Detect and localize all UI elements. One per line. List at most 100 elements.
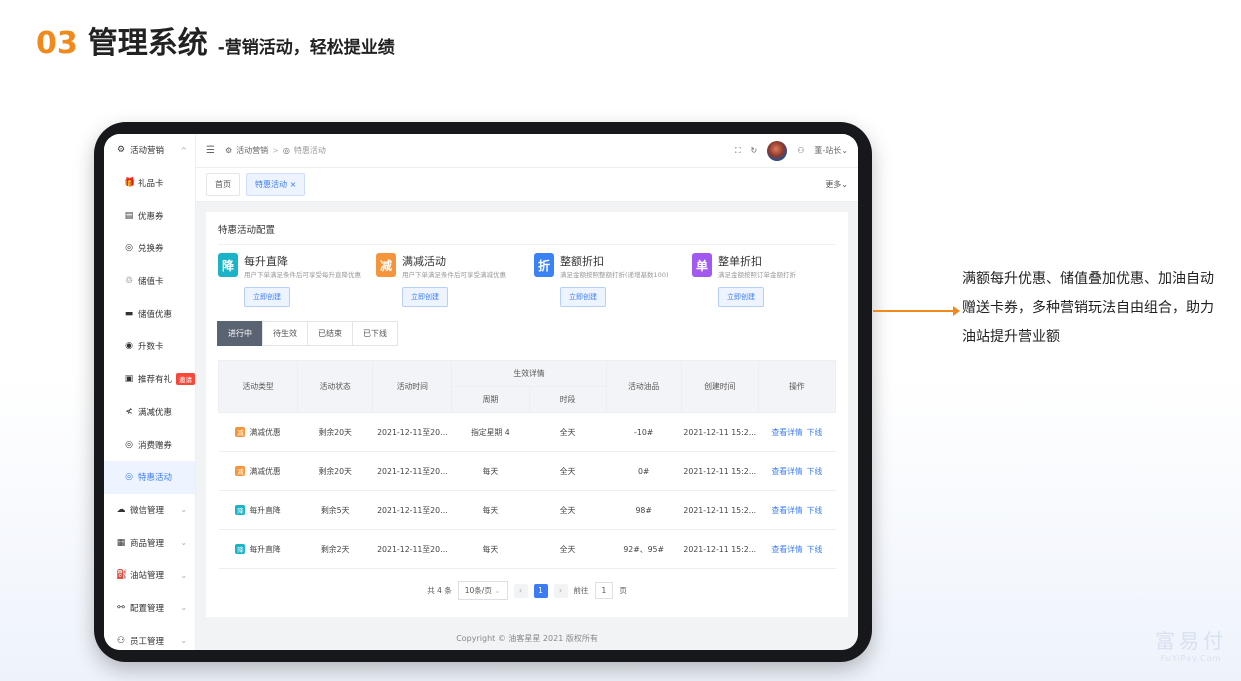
goto-input[interactable]: 1 [594, 582, 614, 600]
page-size-select[interactable]: 10条/页 ⌄ [457, 581, 508, 601]
callout-text: 满额每升优惠、储值叠加优惠、加油自动赠送卡券，多种营销玩法自由组合，助力油站提升… [962, 271, 1214, 345]
sidebar-item-icon: ◎ [125, 243, 133, 254]
card-head: 减 满减活动 用户下单满足条件后可享受满减优惠 [376, 253, 520, 279]
sidebar-item[interactable]: ◎ 兑换券 [104, 232, 195, 265]
page-number[interactable]: 1 [533, 583, 548, 598]
sidebar-item[interactable]: ◎ 特惠活动 [104, 460, 196, 494]
table-row: 降每升直降 剩余2天 2021-12-11至20... 每天 全天 92#、95… [218, 529, 836, 570]
sidebar-item[interactable]: ◎ 消费赠券 [104, 428, 195, 461]
prev-page-button[interactable]: ‹ [513, 583, 528, 598]
type-label: 满减优惠 [249, 427, 281, 437]
card-type-icon: 单 [692, 253, 713, 277]
more-tabs-button[interactable]: 更多⌄ [825, 179, 848, 190]
sidebar-item[interactable]: ▤ 优惠券 [104, 199, 195, 232]
chevron-icon: ^ [180, 145, 188, 155]
cell-type: 降每升直降 [218, 529, 298, 570]
create-button[interactable]: 立即创建 [402, 287, 449, 308]
type-label: 每升直降 [249, 505, 281, 515]
sidebar-item-icon: 🎁 [124, 178, 136, 189]
tab-home[interactable]: 首页 [206, 173, 241, 196]
card-type-icon: 降 [218, 253, 239, 277]
app-screen: ⚙ 活动营销 ^ 🎁 礼品卡 ▤ 优惠券 ◎ 兑换券 ♲ 储值卡 ▬ 储值优惠 ◉ 升数卡 ▣ 推荐有礼 邀请 ≮ 满… [104, 134, 858, 650]
type-label: 满减优惠 [249, 466, 281, 476]
create-button[interactable]: 立即创建 [244, 287, 291, 308]
cell-slot: 全天 [529, 490, 607, 531]
user-menu[interactable]: 董-站长⌄ [814, 145, 848, 156]
watermark-sub: FuYiPay.Com [1160, 654, 1222, 663]
chevron-down-icon: ⌄ [841, 146, 849, 155]
offline-link[interactable]: 下线 [807, 545, 823, 554]
settings-icon: ⚙ [224, 146, 233, 155]
sidebar-item[interactable]: ⚯ 配置管理 ⌄ [104, 592, 195, 625]
card-desc: 用户下单满足条件后可享受每升直降优惠 [244, 271, 362, 279]
cell-ops: 查看详情 下线 [758, 412, 836, 453]
create-button[interactable]: 立即创建 [718, 287, 765, 308]
next-page-button[interactable]: › [553, 583, 568, 598]
sidebar-item[interactable]: ⚙ 活动营销 ^ [104, 134, 195, 167]
card-info: 整单折扣 满足金额按照订单金额打折 [718, 253, 796, 279]
sidebar-item[interactable]: ⚇ 员工管理 ⌄ [104, 624, 195, 650]
card-info: 整额折扣 满足金额按照整额打折(递增基数100) [560, 253, 668, 279]
sidebar-item[interactable]: ▬ 储值优惠 [104, 297, 195, 330]
fullscreen-icon[interactable]: ⛶ [735, 146, 741, 156]
tablet-frame: ⚙ 活动营销 ^ 🎁 礼品卡 ▤ 优惠券 ◎ 兑换券 ♲ 储值卡 ▬ 储值优惠 ◉ 升数卡 ▣ 推荐有礼 邀请 ≮ 满… [94, 122, 872, 662]
view-detail-link[interactable]: 查看详情 [772, 467, 803, 476]
activity-card: 单 整单折扣 满足金额按照订单金额打折 立即创建 [692, 253, 836, 308]
close-icon[interactable]: × [290, 180, 297, 189]
status-tab[interactable]: 已结束 [307, 321, 354, 347]
breadcrumb-item-marketing[interactable]: 活动营销 [236, 145, 268, 156]
cell-ops: 查看详情 下线 [758, 451, 836, 492]
view-detail-link[interactable]: 查看详情 [772, 506, 803, 515]
menu-toggle-icon[interactable]: ☰ [206, 145, 215, 156]
sidebar-item-label: 油站管理 [130, 571, 165, 582]
offline-link[interactable]: 下线 [807, 428, 823, 437]
sidebar-item[interactable]: ◉ 升数卡 [104, 330, 195, 363]
refresh-icon[interactable]: ↻ [751, 146, 758, 155]
sidebar-item-label: 微信管理 [130, 505, 165, 516]
content-panel: 特惠活动配置 降 每升直降 用户下单满足条件后可享受每升直降优惠 立即创建 减 … [206, 212, 849, 617]
offline-link[interactable]: 下线 [807, 506, 823, 515]
tab-label: 特惠活动 [255, 180, 288, 189]
status-tab[interactable]: 进行中 [217, 321, 264, 347]
cell-slot: 全天 [529, 451, 607, 492]
status-tab[interactable]: 已下线 [352, 321, 399, 347]
sidebar-item[interactable]: ▣ 推荐有礼 邀请 [104, 363, 196, 396]
create-button[interactable]: 立即创建 [560, 287, 607, 308]
activity-cards: 降 每升直降 用户下单满足条件后可享受每升直降优惠 立即创建 减 满减活动 用户… [218, 253, 836, 308]
sidebar-item-label: 配置管理 [130, 603, 165, 614]
cell-status: 剩余2天 [297, 529, 373, 570]
cell-slot: 全天 [529, 529, 607, 570]
sidebar-item[interactable]: ♲ 储值卡 [104, 265, 195, 298]
sidebar-badge: 邀请 [176, 373, 196, 386]
card-head: 降 每升直降 用户下单满足条件后可享受每升直降优惠 [218, 253, 362, 279]
sidebar-item[interactable]: ▦ 商品管理 ⌄ [104, 526, 195, 559]
tab-special-offer[interactable]: 特惠活动 × [246, 173, 306, 196]
top-bar: ☰ ⚙ 活动营销 > ◎ 特惠活动 ⛶ ↻ ⚇ 董-站长⌄ [196, 134, 858, 168]
sidebar-item-icon: ⛽ [116, 570, 128, 581]
cell-ops: 查看详情 下线 [758, 490, 836, 531]
avatar[interactable] [767, 140, 788, 161]
activity-table: 活动类型 活动状态 活动时间 生效详情 活动油品 创建时间 操作 周期 时段 减… [218, 360, 837, 570]
sidebar-item[interactable]: 🎁 礼品卡 [104, 167, 195, 200]
sidebar-item[interactable]: ≮ 满减优惠 [104, 396, 195, 429]
cell-created: 2021-12-11 15:2... [681, 529, 759, 570]
card-name: 整单折扣 [718, 255, 763, 268]
view-detail-link[interactable]: 查看详情 [772, 428, 803, 437]
th-ops: 操作 [757, 360, 837, 414]
sidebar-item-label: 推荐有礼 [138, 375, 173, 386]
activity-card: 降 每升直降 用户下单满足条件后可享受每升直降优惠 立即创建 [218, 253, 362, 308]
card-name: 整额折扣 [560, 255, 605, 268]
sidebar-item[interactable]: ☁ 微信管理 ⌄ [104, 494, 195, 527]
sidebar-item[interactable]: ⛽ 油站管理 ⌄ [104, 559, 195, 592]
view-detail-link[interactable]: 查看详情 [772, 545, 803, 554]
th-products: 活动油品 [605, 360, 682, 414]
card-head: 折 整额折扣 满足金额按照整额打折(递增基数100) [534, 253, 678, 279]
card-desc: 满足金额按照订单金额打折 [718, 271, 797, 279]
callout-arrow-icon [953, 306, 960, 316]
sidebar-item-icon: ⚙ [116, 145, 126, 156]
status-tab[interactable]: 待生效 [262, 321, 309, 347]
goto-label: 前往 [573, 586, 589, 596]
cell-period: 指定星期 4 [451, 412, 530, 453]
offline-link[interactable]: 下线 [807, 467, 823, 476]
card-type-icon: 减 [376, 253, 397, 277]
